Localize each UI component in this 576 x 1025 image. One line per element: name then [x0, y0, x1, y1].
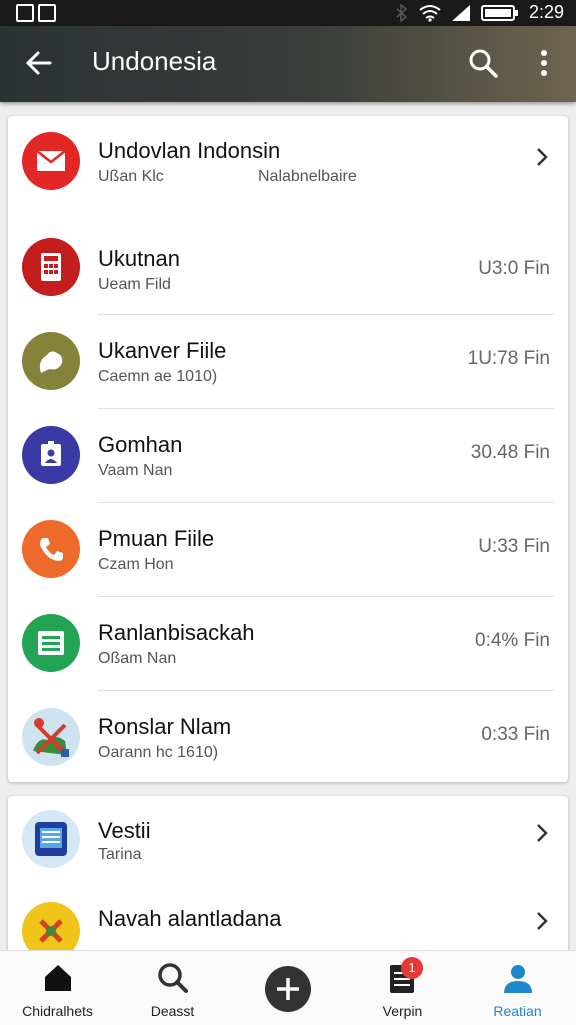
- status-bar: 2:29: [0, 0, 576, 26]
- item-title: Vestii: [98, 818, 151, 843]
- apps-card: Vestii Tarina Navah alantladana: [8, 796, 568, 960]
- chevron-right-icon: [537, 148, 548, 166]
- calculator-icon: [22, 238, 80, 296]
- list-item[interactable]: Vestii Tarina: [8, 796, 568, 890]
- item-time: U:33 Fin: [478, 536, 550, 557]
- app-bar: Undonesia: [0, 26, 576, 102]
- search-icon: [157, 963, 188, 993]
- item-time: U3:0 Fin: [478, 258, 550, 279]
- nav-home[interactable]: Chidralhets: [0, 951, 115, 1025]
- list-item[interactable]: Ukutnan Ueam Fild U3:0 Fin: [8, 220, 568, 314]
- nav-search[interactable]: Deasst: [115, 951, 230, 1025]
- item-subtitle: Czam Hon: [98, 556, 174, 573]
- item-title: Ukanver Fiile: [98, 338, 227, 363]
- signal-icon: [451, 4, 470, 21]
- person-icon: [503, 965, 532, 993]
- item-subtitle: Ußan Klc: [98, 168, 164, 185]
- list-item[interactable]: Ranlanbisackah Oßam Nan 0:4% Fin: [8, 596, 568, 690]
- more-options-icon[interactable]: [532, 46, 556, 80]
- sheets-icon: [22, 614, 80, 672]
- nav-label: Deasst: [150, 1003, 195, 1019]
- chevron-right-icon: [537, 912, 548, 930]
- notification-badge: 1: [401, 957, 423, 979]
- gallery-notification-icon: [38, 4, 56, 22]
- nav-label: Reatian: [493, 1003, 542, 1019]
- item-title: Ukutnan: [98, 246, 180, 271]
- search-icon[interactable]: [466, 46, 500, 80]
- item-title: Gomhan: [98, 432, 183, 457]
- item-subtitle: Oarann hc 1610): [98, 744, 219, 761]
- item-title: Undovlan Indonsin: [98, 138, 281, 163]
- file-list-card: Undovlan Indonsin Ußan Klc Nalabnelbaire…: [8, 116, 568, 782]
- phone-icon: [22, 520, 80, 578]
- list-item[interactable]: Gomhan Vaam Nan 30.48 Fin: [8, 408, 568, 502]
- item-title: Pmuan Fiile: [98, 526, 215, 551]
- map-icon: [22, 708, 80, 766]
- battery-icon: [480, 4, 518, 21]
- list-item[interactable]: Ronslar Nlam Oarann hc 1610) 0:33 Fin: [8, 690, 568, 784]
- list-item[interactable]: Pmuan Fiile Czam Hon U:33 Fin: [8, 502, 568, 596]
- nav-add[interactable]: [230, 951, 345, 1025]
- item-subtitle: Tarina: [98, 846, 142, 863]
- item-subtitle: Vaam Nan: [98, 462, 173, 479]
- notification-icon: [16, 4, 34, 22]
- add-icon: [264, 966, 311, 1012]
- nav-label: Chidralhets: [22, 1003, 93, 1019]
- item-title: Ranlanbisackah: [98, 620, 255, 645]
- item-title: Navah alantladana: [98, 906, 282, 931]
- nav-label: Verpin: [382, 1003, 423, 1019]
- chevron-right-icon: [537, 824, 548, 842]
- nav-list[interactable]: 1 Verpin: [345, 951, 460, 1025]
- item-time: 30.48 Fin: [470, 442, 550, 463]
- status-time: 2:29: [528, 2, 564, 22]
- item-subtitle: Caemn ae 1010): [98, 368, 218, 385]
- contact-badge-icon: [22, 426, 80, 484]
- tablet-app-icon: [22, 810, 80, 868]
- item-subtitle: Ueam Fild: [98, 276, 171, 293]
- bottom-navigation: Chidralhets Deasst 1 Verpin Reatian: [0, 950, 576, 1025]
- nav-profile[interactable]: Reatian: [460, 951, 575, 1025]
- wifi-icon: [419, 4, 441, 22]
- item-title: Ronslar Nlam: [98, 714, 232, 739]
- item-extra: Nalabnelbaire: [258, 168, 357, 185]
- chat-icon: [22, 332, 80, 390]
- list-item[interactable]: Ukanver Fiile Caemn ae 1010) 1U:78 Fin: [8, 314, 568, 408]
- mail-icon: [22, 132, 80, 190]
- item-time: 1U:78 Fin: [467, 348, 550, 369]
- home-icon: [44, 965, 71, 991]
- item-subtitle: Oßam Nan: [98, 650, 177, 667]
- list-item[interactable]: Undovlan Indonsin Ußan Klc Nalabnelbaire: [8, 116, 568, 210]
- item-time: 0:4% Fin: [475, 630, 550, 651]
- item-time: 0:33 Fin: [481, 724, 550, 745]
- back-arrow-icon[interactable]: [22, 46, 56, 80]
- bluetooth-icon: [396, 3, 408, 22]
- notification-icons: [16, 4, 56, 22]
- page-title: Undonesia: [92, 46, 217, 76]
